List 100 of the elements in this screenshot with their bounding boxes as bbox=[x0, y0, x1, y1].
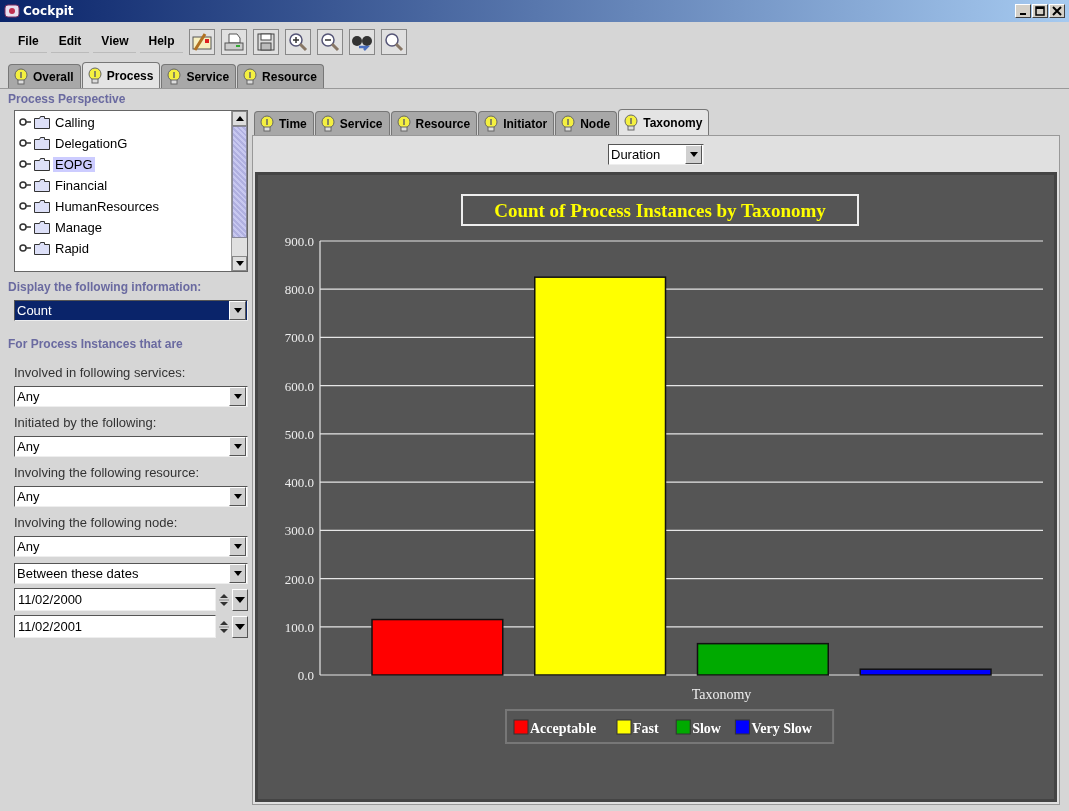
maximize-icon bbox=[1035, 6, 1045, 16]
maximize-button[interactable] bbox=[1032, 4, 1048, 18]
expand-handle-icon[interactable] bbox=[19, 139, 31, 147]
date-field[interactable]: 11/02/2000 bbox=[14, 588, 216, 611]
axis-tick-label: 600.0 bbox=[284, 378, 314, 394]
calendar-dropdown-button[interactable] bbox=[232, 588, 248, 611]
section-heading: Process Perspective bbox=[8, 92, 126, 106]
folder-icon bbox=[34, 157, 50, 171]
tab[interactable]: Overall bbox=[8, 64, 81, 88]
lightbulb-icon bbox=[484, 114, 499, 133]
expand-handle-icon[interactable] bbox=[19, 118, 31, 126]
lightbulb-icon bbox=[14, 67, 28, 86]
field-label: Involving the following node: bbox=[14, 515, 178, 530]
folder-icon bbox=[34, 115, 50, 129]
axis-tick-label: 800.0 bbox=[284, 282, 314, 298]
tab[interactable]: Service bbox=[161, 64, 237, 88]
folder-icon bbox=[34, 220, 50, 234]
edit-icon bbox=[190, 31, 213, 53]
expand-handle-icon[interactable] bbox=[19, 223, 31, 231]
folder-icon bbox=[34, 178, 50, 192]
info-dropdown[interactable]: Count bbox=[14, 300, 248, 321]
folder-icon bbox=[34, 199, 50, 213]
folder-icon bbox=[34, 136, 50, 150]
legend-label: Very Slow bbox=[751, 721, 812, 736]
expand-handle-icon[interactable] bbox=[19, 181, 31, 189]
field-label: Involved in following services: bbox=[14, 365, 186, 380]
window-title: Cockpit bbox=[23, 4, 74, 18]
menu-item[interactable]: Edit bbox=[50, 31, 90, 53]
zoom-out-button[interactable] bbox=[316, 29, 343, 55]
date-field[interactable]: 11/02/2001 bbox=[14, 615, 216, 638]
filter-dropdown[interactable]: Any bbox=[14, 536, 248, 557]
tab[interactable]: Node bbox=[555, 111, 618, 135]
caret-icon bbox=[233, 571, 242, 576]
tree-item[interactable]: Rapid bbox=[53, 240, 91, 256]
tree-item[interactable]: EOPG bbox=[53, 156, 95, 172]
tab[interactable]: Resource bbox=[390, 111, 478, 135]
tree-item[interactable]: DelegationG bbox=[53, 135, 130, 151]
expand-handle-icon[interactable] bbox=[19, 160, 31, 168]
scroll-down-icon[interactable] bbox=[235, 261, 244, 266]
tree-item[interactable]: Calling bbox=[53, 114, 97, 130]
axis-title: Taxonomy bbox=[691, 687, 752, 702]
caret-icon bbox=[233, 308, 242, 313]
legend-label: Fast bbox=[633, 721, 659, 736]
tree-item[interactable]: Manage bbox=[53, 219, 104, 235]
chart-title: Count of Process Instances by Taxonomy bbox=[494, 200, 827, 221]
caret-icon bbox=[689, 151, 698, 157]
field-label: Involving the following resource: bbox=[14, 465, 199, 480]
close-icon bbox=[1052, 6, 1062, 16]
zoom-in-icon bbox=[286, 31, 309, 53]
expand-handle-icon[interactable] bbox=[19, 244, 31, 252]
tab[interactable]: Process bbox=[81, 62, 161, 88]
tab[interactable]: Taxonomy bbox=[618, 109, 710, 135]
tree-item[interactable]: HumanResources bbox=[53, 198, 162, 214]
lightbulb-icon bbox=[561, 114, 576, 133]
lightbulb-icon bbox=[396, 114, 411, 133]
filter-dropdown[interactable]: Any bbox=[14, 486, 248, 507]
calendar-dropdown-button[interactable] bbox=[232, 615, 248, 638]
lightbulb-icon bbox=[320, 114, 335, 133]
field-label: Display the following information: bbox=[8, 280, 202, 294]
tree-item[interactable]: Financial bbox=[53, 177, 110, 193]
minimize-icon bbox=[1020, 13, 1026, 15]
zoom-in-button[interactable] bbox=[284, 29, 311, 55]
caret-icon bbox=[233, 394, 242, 399]
caret-icon bbox=[233, 544, 242, 549]
filter-dropdown[interactable]: Any bbox=[14, 386, 248, 407]
tab[interactable]: Resource bbox=[237, 64, 324, 88]
search-button[interactable] bbox=[380, 29, 407, 55]
axis-tick-label: 300.0 bbox=[284, 523, 314, 539]
caret-icon bbox=[235, 623, 245, 630]
save-button[interactable] bbox=[252, 29, 279, 55]
folder-icon bbox=[34, 241, 50, 255]
lightbulb-icon bbox=[167, 67, 182, 86]
menu-item[interactable]: Help bbox=[140, 31, 183, 53]
expand-handle-icon[interactable] bbox=[19, 202, 31, 210]
lightbulb-icon bbox=[87, 66, 102, 85]
binoculars-button[interactable] bbox=[348, 29, 375, 55]
tab[interactable]: Initiator bbox=[478, 111, 555, 135]
scroll-up-icon[interactable] bbox=[235, 116, 244, 121]
close-button[interactable] bbox=[1049, 4, 1065, 18]
zoom-out-icon bbox=[318, 31, 341, 53]
save-icon bbox=[254, 31, 277, 53]
print-button[interactable] bbox=[220, 29, 247, 55]
filter-dropdown[interactable]: Between these dates bbox=[14, 563, 248, 584]
scrollbar[interactable] bbox=[231, 111, 247, 271]
axis-tick-label: 0.0 bbox=[297, 668, 314, 683]
minimize-button[interactable] bbox=[1015, 4, 1031, 18]
legend-label: Slow bbox=[692, 721, 721, 736]
caret-icon bbox=[233, 494, 242, 499]
app-icon bbox=[4, 3, 20, 19]
menu-item[interactable]: File bbox=[10, 31, 47, 53]
edit-button[interactable] bbox=[188, 29, 215, 55]
section-heading: For Process Instances that are bbox=[8, 337, 183, 351]
measure-dropdown[interactable]: Duration bbox=[608, 143, 704, 165]
tab[interactable]: Time bbox=[254, 111, 314, 135]
axis-tick-label: 200.0 bbox=[284, 571, 314, 587]
axis-tick-label: 400.0 bbox=[284, 475, 314, 491]
menu-item[interactable]: View bbox=[93, 31, 137, 53]
axis-tick-label: 500.0 bbox=[284, 426, 314, 442]
filter-dropdown[interactable]: Any bbox=[14, 436, 248, 457]
tab[interactable]: Service bbox=[314, 111, 390, 135]
